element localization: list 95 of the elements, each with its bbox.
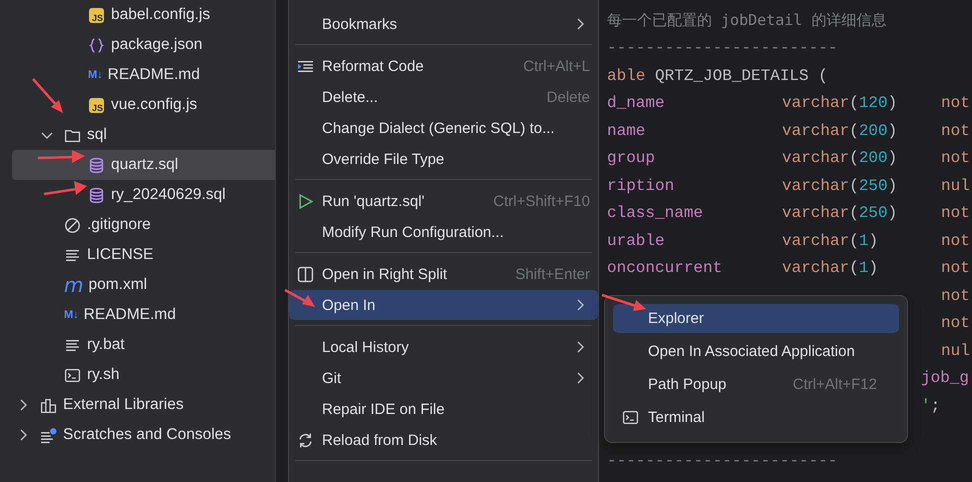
tree-item[interactable]: Scratches and Consoles [0, 420, 275, 450]
code-text: varchar(200) [782, 149, 898, 168]
terminal-icon [64, 366, 81, 384]
menu-item[interactable]: Local History [289, 332, 598, 362]
code-text: onconcurrent [607, 259, 722, 278]
menu-item[interactable]: Override File Type [289, 144, 598, 174]
menu-item[interactable]: Bookmarks [289, 9, 598, 39]
tree-item[interactable]: package.json [0, 30, 275, 60]
tree-item[interactable]: ry_20240629.sql [0, 180, 275, 210]
menu-item[interactable]: Git [289, 363, 598, 393]
menu-item[interactable]: Path Popup Ctrl+Alt+F12 [613, 370, 899, 399]
tree-item[interactable]: ry.sh [0, 360, 275, 390]
tree-item[interactable]: M↓ README.md [0, 60, 275, 90]
code-text: varchar(120) [782, 94, 898, 112]
code-text: name [607, 122, 646, 140]
code-text: urable [607, 232, 665, 250]
code-text: class_name [607, 204, 704, 222]
menu-item[interactable]: Explorer [613, 304, 899, 333]
code-text: nul [941, 176, 970, 195]
shortcut-text: Ctrl+Alt+L [523, 58, 590, 74]
code-text: varchar(250) [782, 204, 898, 222]
annotation-arrow [602, 294, 646, 311]
chevron-right-icon [576, 372, 584, 384]
code-text: d_name [607, 94, 665, 112]
js-file-icon: JS [89, 98, 104, 112]
play-icon [297, 192, 314, 210]
code-text: group [607, 149, 656, 168]
tree-item[interactable]: External Libraries [0, 390, 275, 420]
code-text: not [941, 122, 970, 140]
menu-item[interactable]: Open In Associated Application [613, 337, 899, 366]
menu-item[interactable]: Reload from Disk [289, 425, 598, 455]
chevron-right-icon [19, 429, 27, 441]
code-text: not [941, 204, 970, 222]
menu-item[interactable]: Change Dialect (Generic SQL) to... [289, 113, 598, 143]
menu-item[interactable]: Run 'quartz.sql' Ctrl+Shift+F10 [289, 186, 598, 216]
annotation-arrow [32, 78, 63, 113]
tree-item[interactable]: m pom.xml [0, 270, 275, 300]
code-text: able QRTZ_JOB_DETAILS ( [607, 66, 828, 85]
chevron-right-icon [19, 399, 27, 411]
markdown-file-icon: M↓ [64, 306, 79, 324]
database-icon [88, 156, 105, 174]
code-text: not [941, 314, 970, 332]
menu-item[interactable]: Repair IDE on File [289, 394, 598, 424]
code-text: varchar(250) [782, 176, 898, 195]
code-text: '; [921, 396, 940, 415]
tree-item[interactable]: .gitignore [0, 210, 275, 240]
menu-item[interactable]: Delete... Delete [289, 82, 598, 112]
code-text: varchar(1) [782, 259, 878, 278]
code-comment: ------------------------ [607, 39, 838, 58]
code-comment: 每一个已配置的 jobDetail 的详细信息 [607, 11, 886, 30]
shortcut-text: Shift+Enter [515, 266, 590, 282]
tree-item[interactable]: sql [0, 120, 275, 150]
annotation-arrow [44, 181, 87, 196]
code-text: varchar(1) [782, 232, 878, 250]
annotation-arrow [284, 288, 315, 307]
code-text: not [941, 94, 970, 112]
chevron-right-icon [576, 18, 584, 30]
tree-item[interactable]: LICENSE [0, 240, 275, 270]
code-text: not [941, 286, 970, 305]
chevron-down-icon [41, 131, 53, 139]
code-text: not [941, 149, 970, 168]
shortcut-text: Delete [546, 88, 590, 106]
scratches-icon [40, 426, 57, 444]
database-icon [88, 186, 105, 204]
code-text: not [941, 259, 970, 278]
menu-item[interactable]: Open In [289, 290, 598, 320]
shortcut-text: Ctrl+Alt+F12 [792, 376, 877, 393]
tree-item[interactable]: quartz.sql [12, 150, 275, 180]
tree-item[interactable]: M↓ README.md [0, 300, 275, 330]
js-file-icon: JS [89, 8, 104, 22]
split-view-icon [297, 266, 314, 282]
chevron-right-icon [576, 299, 584, 311]
prohibited-icon [64, 216, 81, 234]
code-text: not [941, 232, 970, 250]
tree-item[interactable]: ry.bat [0, 330, 275, 360]
library-icon [40, 396, 57, 414]
code-text: ription [607, 176, 674, 195]
code-text: nul [941, 342, 970, 360]
chevron-right-icon [576, 341, 584, 353]
menu-item[interactable]: Reformat Code Ctrl+Alt+L [289, 51, 598, 81]
maven-file-icon: m [64, 276, 84, 294]
code-text: varchar(200) [782, 122, 898, 140]
code-comment: ------------------------ [607, 452, 838, 470]
braces-icon [88, 36, 105, 54]
markdown-file-icon: M↓ [88, 66, 103, 84]
shortcut-text: Ctrl+Shift+F10 [493, 192, 590, 210]
reload-icon [297, 432, 314, 448]
menu-item[interactable]: Modify Run Configuration... [289, 217, 598, 247]
tree-item[interactable]: JS vue.config.js [0, 90, 275, 120]
terminal-icon [622, 409, 639, 426]
annotation-arrow [38, 150, 85, 163]
code-text: job_g [921, 369, 970, 388]
tree-item[interactable]: JS babel.config.js [0, 0, 275, 30]
menu-item[interactable]: Open in Right Split Shift+Enter [289, 259, 598, 289]
menu-item[interactable]: Terminal [613, 403, 899, 432]
